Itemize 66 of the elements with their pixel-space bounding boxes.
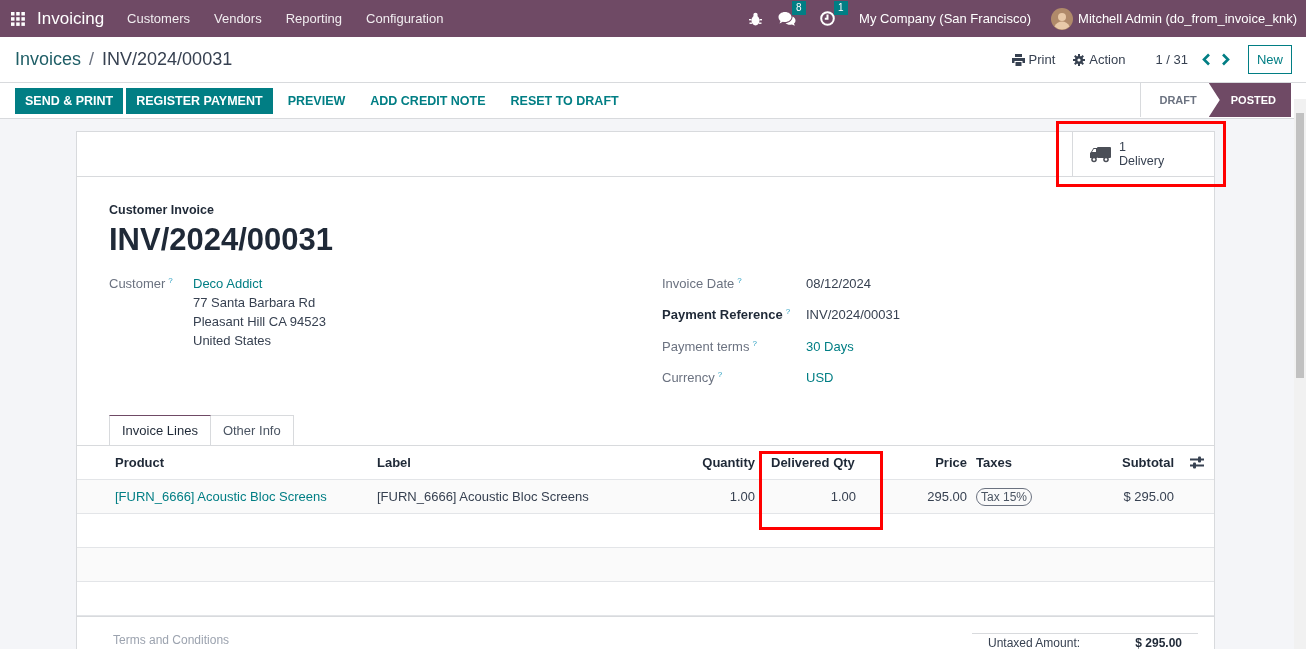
column-header[interactable]: Delivered Qty (771, 455, 855, 471)
table-cell: [FURN_6666] Acoustic Bloc Screens (377, 489, 589, 505)
invoice-number: INV/2024/00031 (109, 222, 335, 258)
header-button[interactable]: PREVIEW (277, 87, 356, 114)
field-value: 08/12/2024 (806, 276, 873, 292)
user-menu[interactable]: Mitchell Admin (do_from_invoice_knk) (1078, 11, 1297, 26)
header-button[interactable]: RESET TO DRAFT (500, 87, 629, 114)
pager-value: 1 / 31 (1155, 52, 1188, 67)
total-value: $ 295.00 (1135, 636, 1182, 649)
column-header[interactable]: Taxes (976, 455, 1012, 471)
bug-icon[interactable] (749, 11, 763, 26)
truck-icon (1090, 145, 1111, 163)
field-label: Payment Reference $^{?}$ (662, 307, 792, 323)
chevron-left-icon[interactable] (1202, 53, 1211, 66)
status-step[interactable]: POSTED (1208, 83, 1291, 117)
chat-icon[interactable] (778, 11, 797, 26)
clock-icon[interactable] (820, 11, 836, 26)
scrollbar[interactable] (1294, 99, 1306, 649)
product-link[interactable]: [FURN_6666] Acoustic Bloc Screens (115, 489, 327, 505)
field-value: INV/2024/00031 (806, 307, 900, 323)
header-button[interactable]: REGISTER PAYMENT (126, 87, 273, 114)
address-line: 77 Santa Barbara Rd (193, 295, 317, 310)
print-button[interactable]: Print (1011, 52, 1056, 67)
action-button[interactable]: Action (1073, 52, 1126, 67)
chevron-right-icon[interactable] (1221, 53, 1230, 66)
form-tab[interactable]: Invoice Lines (109, 415, 211, 446)
field-label: Customer $^{?}$ (109, 276, 174, 294)
total-label: Untaxed Amount: (988, 636, 1081, 649)
new-button[interactable]: New (1248, 45, 1292, 74)
nav-menu-item[interactable]: Configuration (366, 11, 444, 26)
nav-menu-item[interactable]: Vendors (213, 11, 262, 26)
apps-menu-icon[interactable] (11, 11, 25, 26)
table-cell: 1.00 (729, 489, 755, 505)
address-line: United States (193, 333, 273, 348)
printer-icon (1011, 53, 1025, 66)
sliders-icon[interactable] (1190, 456, 1204, 470)
column-header[interactable]: Price (935, 455, 967, 471)
field-value-link[interactable]: 30 Days (806, 338, 900, 354)
field-label: Invoice Date $^{?}$ (662, 276, 743, 292)
column-header[interactable]: Subtotal (1122, 455, 1174, 471)
field-value-link[interactable]: USD (806, 370, 900, 386)
form-tab[interactable]: Other Info (210, 415, 294, 446)
address-line: Pleasant Hill CA 94523 (193, 314, 326, 329)
column-header[interactable]: Product (115, 455, 165, 471)
column-header[interactable]: Label (377, 455, 411, 471)
company-switcher[interactable]: My Company (San Francisco) (859, 11, 1032, 26)
breadcrumb-current: INV/2024/00031 (102, 49, 233, 70)
gear-icon (1073, 53, 1086, 66)
header-button[interactable]: ADD CREDIT NOTE (360, 87, 496, 114)
notification-badge: 1 (834, 1, 848, 15)
field-label: Payment terms $^{?}$ (662, 338, 758, 354)
nav-menu-item[interactable]: Reporting (285, 11, 343, 26)
notification-badge: 8 (792, 1, 806, 15)
field-label: Currency $^{?}$ (662, 370, 724, 386)
column-header[interactable]: Quantity (702, 455, 755, 471)
table-cell: 295.00 (927, 489, 967, 505)
document-type: Customer Invoice (109, 203, 215, 217)
header-button[interactable]: SEND & PRINT (15, 87, 124, 114)
nav-menu-item[interactable]: Customers (127, 11, 190, 26)
app-name[interactable]: Invoicing (37, 8, 105, 29)
breadcrumb-separator: / (89, 49, 95, 70)
table-cell: $ 295.00 (1123, 489, 1174, 505)
customer-link[interactable]: Deco Addict (193, 276, 326, 291)
breadcrumb-link[interactable]: Invoices (15, 49, 82, 70)
table-cell: 1.00 (830, 489, 856, 505)
avatar-icon[interactable] (1051, 7, 1074, 30)
